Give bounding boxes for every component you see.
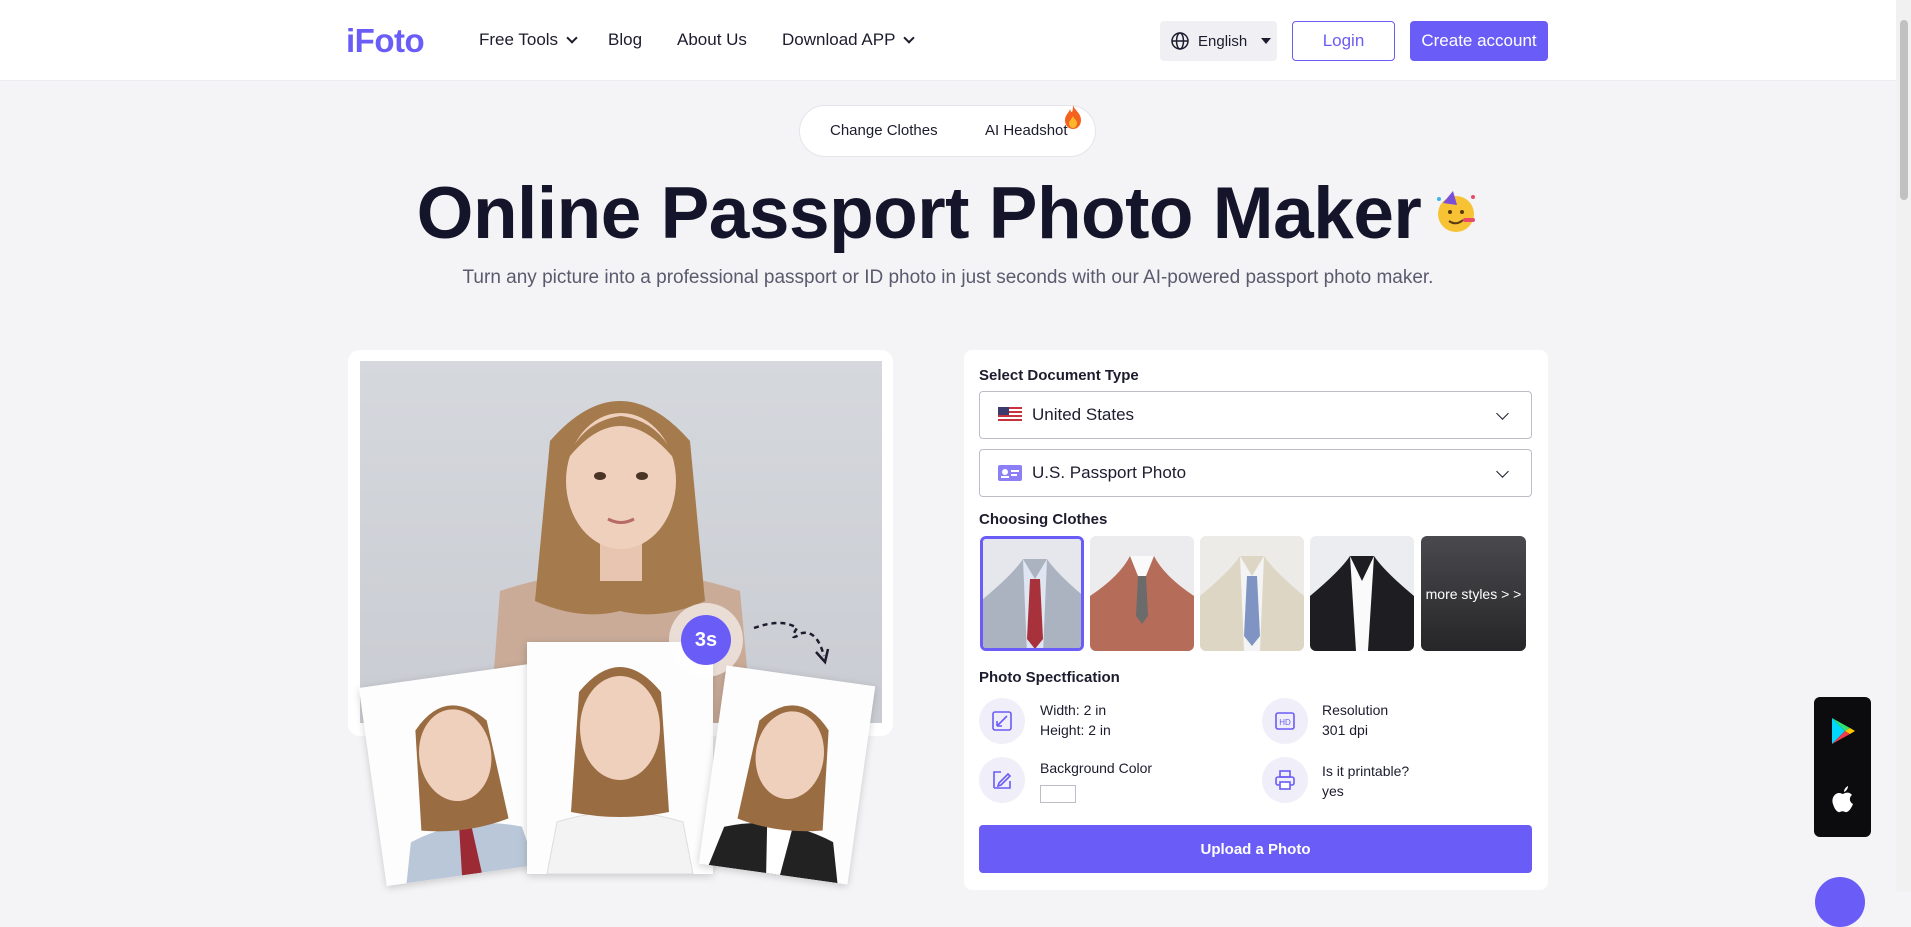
document-type-value: U.S. Passport Photo [1032,463,1187,482]
resolution-label: Resolution [1322,702,1389,718]
chevron-down-icon [903,31,916,44]
language-selector[interactable]: English [1160,21,1277,61]
chevron-down-icon [1496,407,1509,420]
processing-time-badge: 3s [669,603,743,677]
nav-download-label: Download APP [782,30,896,49]
ifoto-logo[interactable]: iFoto [346,22,425,60]
background-label: Background Color [1040,760,1153,776]
chevron-down-icon [1496,465,1509,478]
country-value: United States [1032,405,1135,424]
login-button[interactable]: Login [1292,21,1395,61]
feature-tabs: Change Clothes AI Headshot [799,105,1096,157]
timer-label: 3s [681,615,731,665]
chevron-down-icon [566,31,578,44]
page-title-text: Online Passport Photo Maker [416,173,1422,254]
us-flag-icon [998,407,1022,423]
upload-photo-button[interactable]: Upload a Photo [979,825,1532,873]
printer-icon [1262,757,1308,803]
document-type-select[interactable]: U.S. Passport Photo [979,449,1532,497]
resize-icon [979,698,1025,744]
clothes-option-beige-suit[interactable] [1200,536,1304,651]
tab-ai-headshot[interactable]: AI Headshot [985,122,1068,139]
dashed-arrow-icon [753,621,830,665]
more-styles-button[interactable]: more styles > > [1421,536,1526,651]
more-styles-label: more styles > > [1425,585,1522,602]
size-spec: Width: 2 in Height: 2 in [1040,700,1111,740]
apple-icon[interactable] [1830,785,1856,815]
language-label: English [1198,32,1248,50]
height-value: Height: 2 in [1040,722,1111,738]
nav-about-label: About Us [677,30,747,49]
nav-download-app[interactable]: Download APP [782,30,916,50]
nav-about-us[interactable]: About Us [677,30,747,50]
clothes-option-grey-suit[interactable] [980,536,1084,651]
width-value: Width: 2 in [1040,702,1107,718]
doc-type-label: Select Document Type [979,367,1139,384]
caret-down-icon [1261,38,1272,44]
printable-label: Is it printable? [1322,763,1410,779]
printable-spec: Is it printable? yes [1322,761,1409,801]
svg-text:HD: HD [1279,718,1291,727]
clothes-option-black-suit[interactable] [1310,536,1414,651]
create-account-button[interactable]: Create account [1410,21,1548,61]
tab-change-clothes[interactable]: Change Clothes [830,122,938,139]
background-color-swatch[interactable] [1040,785,1076,803]
id-card-icon [998,465,1022,481]
page-subtitle: Turn any picture into a professional pas… [462,267,1434,288]
page-title: Online Passport Photo Maker [0,172,1896,255]
result-photo-center [527,642,713,874]
google-play-icon[interactable] [1830,717,1856,745]
party-face-emoji-icon [1437,190,1476,232]
scrollbar-thumb[interactable] [1900,20,1908,200]
resolution-spec: Resolution 301 dpi [1322,700,1388,740]
top-header: iFoto Free Tools Blog About Us Download … [0,0,1896,81]
resolution-value: 301 dpi [1322,722,1368,738]
background-spec: Background Color [1040,758,1152,778]
clothes-label: Choosing Clothes [979,511,1108,528]
spec-label: Photo Spectfication [979,669,1120,686]
edit-icon [979,757,1025,803]
fire-icon [1065,105,1081,129]
nav-blog[interactable]: Blog [608,30,642,50]
nav-blog-label: Blog [608,30,643,49]
nav-free-tools-label: Free Tools [479,30,559,49]
country-select[interactable]: United States [979,391,1532,439]
globe-icon [1171,32,1189,50]
app-download-sidebar [1814,697,1871,837]
result-photo-right [698,665,876,885]
clothes-option-argyle-vest[interactable] [1090,536,1194,651]
nav-free-tools[interactable]: Free Tools [479,30,578,50]
hd-icon: HD [1262,698,1308,744]
chat-support-button[interactable] [1815,877,1865,927]
printable-value: yes [1322,783,1344,799]
